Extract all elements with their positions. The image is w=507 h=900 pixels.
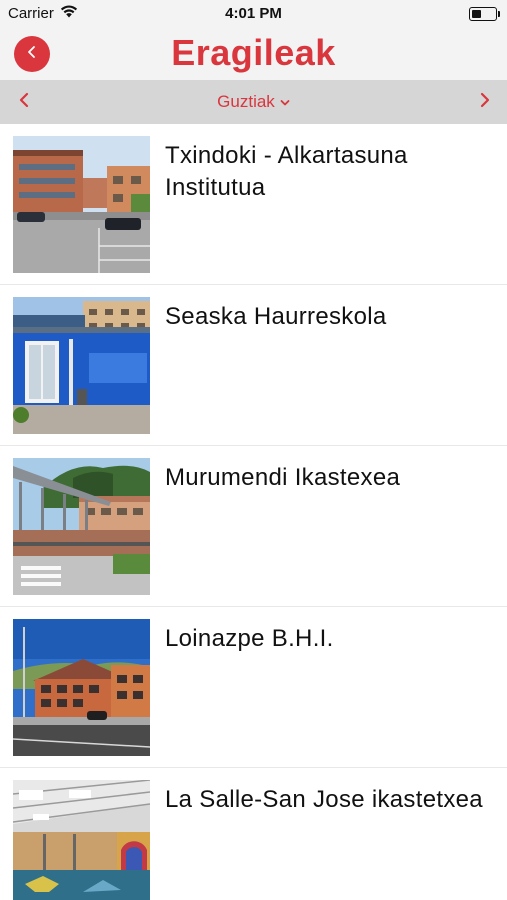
item-title: Seaska Haurreskola xyxy=(165,303,387,330)
chevron-down-icon xyxy=(280,92,290,112)
filter-selected-label: Guztiak xyxy=(217,92,275,111)
list-item[interactable]: Seaska Haurreskola xyxy=(0,285,507,446)
filter-bar: Guztiak xyxy=(0,80,507,124)
status-bar: Carrier 4:01 PM xyxy=(0,0,507,28)
item-photo xyxy=(13,780,150,900)
item-photo xyxy=(13,297,150,434)
chevron-right-icon xyxy=(479,92,491,113)
item-title: Txindoki - Alkartasuna Institutua xyxy=(165,142,408,201)
status-time: 4:01 PM xyxy=(225,5,282,22)
nav-bar: Eragileak xyxy=(0,28,507,80)
list-item[interactable]: Murumendi Ikastexea xyxy=(0,446,507,607)
battery-icon xyxy=(469,7,500,21)
item-photo xyxy=(13,136,150,273)
page-title: Eragileak xyxy=(171,32,336,73)
chevron-left-icon xyxy=(18,92,30,113)
filter-next-button[interactable] xyxy=(471,88,499,116)
list-item[interactable]: Loinazpe B.H.I. xyxy=(0,607,507,768)
organization-list: Txindoki - Alkartasuna Institutua Seaska… xyxy=(0,124,507,900)
list-item[interactable]: Txindoki - Alkartasuna Institutua xyxy=(0,124,507,285)
item-title: Loinazpe B.H.I. xyxy=(165,625,334,652)
item-title: Murumendi Ikastexea xyxy=(165,464,401,491)
item-title: La Salle-San Jose ikastetxea xyxy=(165,786,483,813)
battery-level xyxy=(472,10,481,18)
item-photo xyxy=(13,619,150,756)
filter-prev-button[interactable] xyxy=(10,88,38,116)
item-photo xyxy=(13,458,150,595)
filter-dropdown[interactable]: Guztiak xyxy=(217,92,290,112)
list-item[interactable]: La Salle-San Jose ikastetxea xyxy=(0,768,507,900)
